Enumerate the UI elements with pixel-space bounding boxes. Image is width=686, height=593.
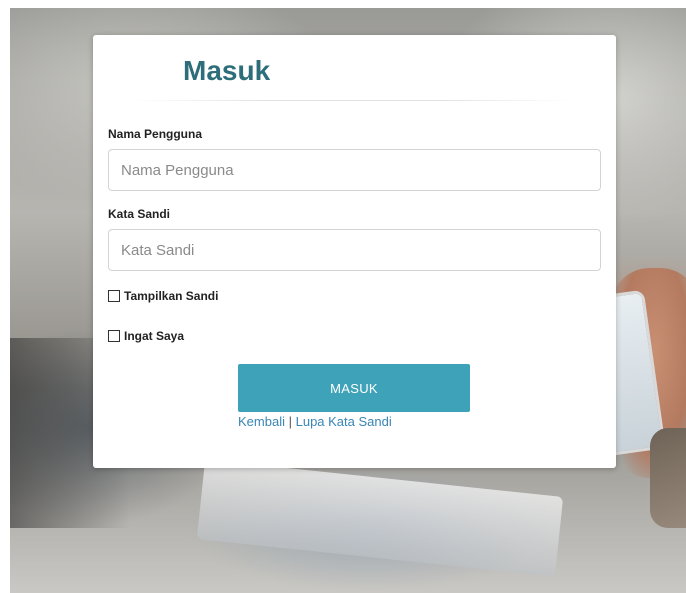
background-sleeve	[650, 428, 686, 528]
password-input[interactable]	[108, 229, 601, 271]
login-button[interactable]: MASUK	[238, 364, 470, 412]
login-title: Masuk	[183, 55, 271, 86]
username-input[interactable]	[108, 149, 601, 191]
username-label: Nama Pengguna	[108, 127, 203, 141]
login-card: Masuk Nama Pengguna Kata Sandi Tampilkan…	[93, 35, 616, 468]
title-divider	[133, 100, 573, 101]
remember-me-option[interactable]: Ingat Saya	[108, 329, 184, 343]
forgot-password-link[interactable]: Lupa Kata Sandi	[296, 414, 392, 429]
background-paper	[196, 459, 564, 577]
show-password-option[interactable]: Tampilkan Sandi	[108, 289, 218, 303]
link-separator: |	[288, 414, 292, 429]
remember-me-label: Ingat Saya	[124, 329, 185, 343]
remember-me-checkbox[interactable]	[108, 330, 120, 342]
show-password-checkbox[interactable]	[108, 290, 120, 302]
password-label: Kata Sandi	[108, 207, 171, 221]
back-link[interactable]: Kembali	[238, 414, 285, 429]
show-password-label: Tampilkan Sandi	[124, 289, 219, 303]
footer-links: Kembali | Lupa Kata Sandi	[238, 414, 392, 429]
